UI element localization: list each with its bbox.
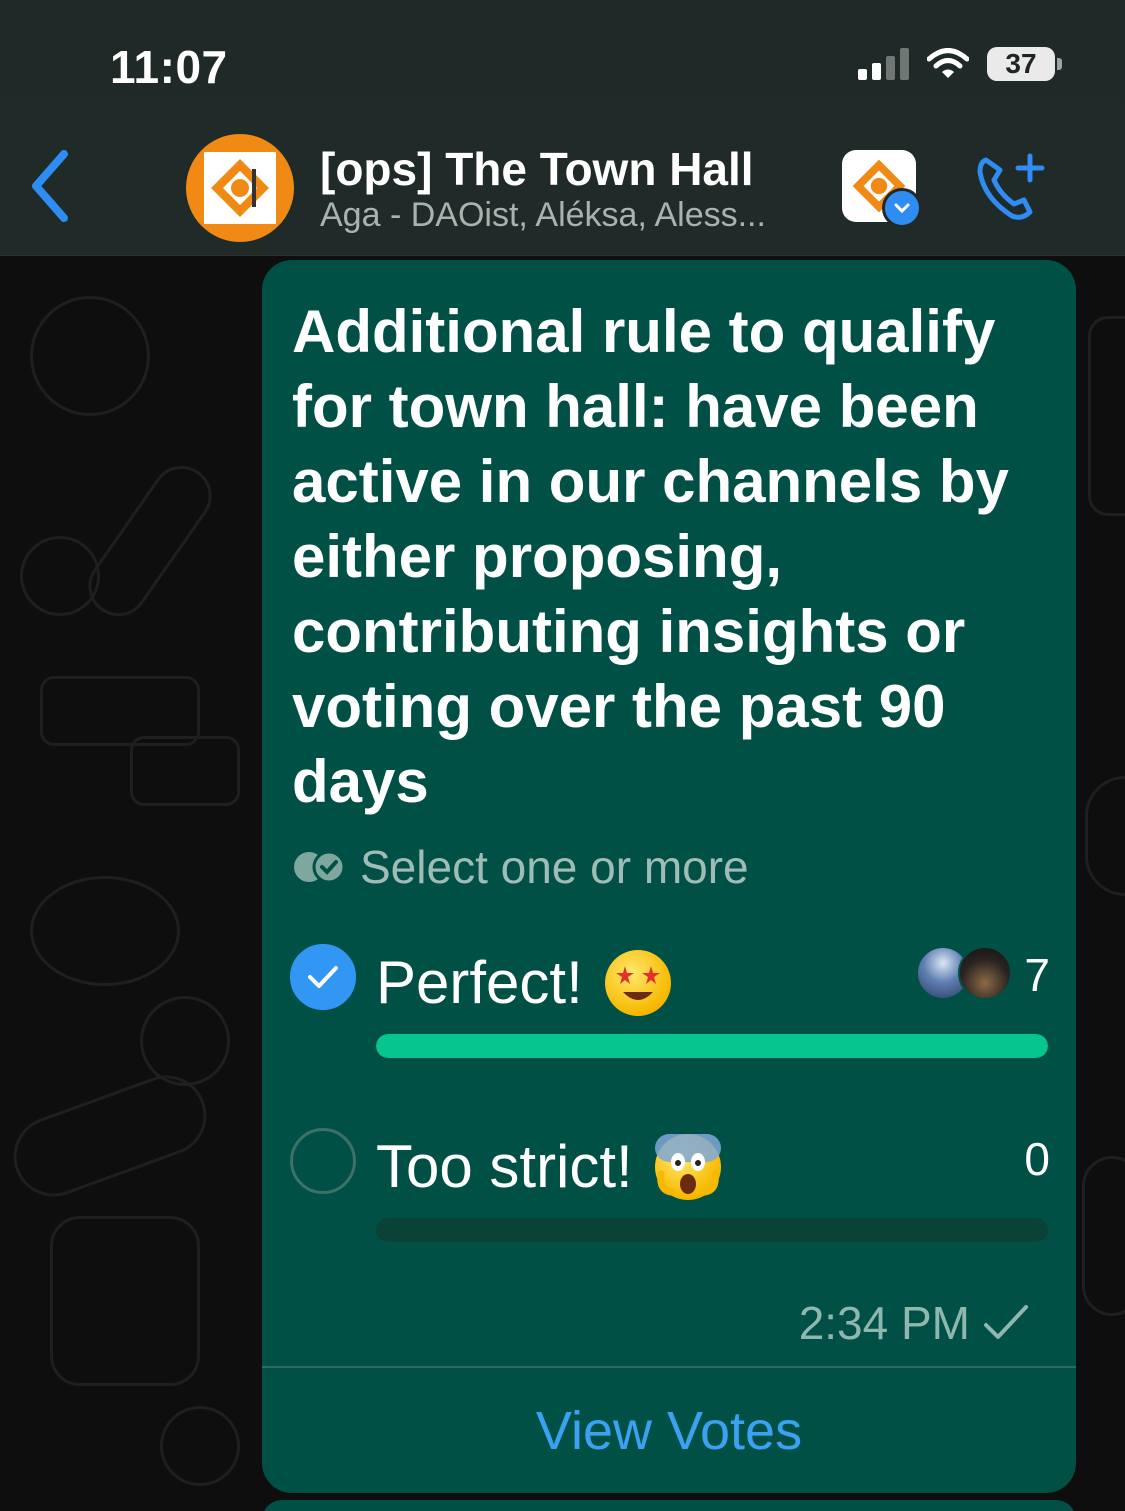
status-indicators: 37 — [858, 44, 1062, 84]
option-text: Too strict! — [376, 1133, 633, 1200]
battery-icon: 37 — [987, 47, 1062, 81]
wallpaper-doodle — [1085, 776, 1125, 896]
screaming-face-emoji-icon — [654, 1133, 721, 1200]
sent-check-icon — [984, 1305, 1028, 1339]
screen: 11:07 37 [ops] The Town Hall Aga - DAOis… — [0, 0, 1125, 1511]
option-label: Too strict! — [376, 1132, 721, 1201]
double-check-icon — [294, 850, 346, 884]
option-progress-bar — [376, 1218, 1048, 1242]
add-call-icon[interactable] — [972, 150, 1048, 226]
group-avatar-logo — [204, 152, 276, 224]
option-checkbox-checked[interactable] — [290, 944, 356, 1010]
chat-participants[interactable]: Aga - DAOist, Aléksa, Aless... — [320, 196, 766, 235]
poll-question: Additional rule to qualify for town hall… — [292, 298, 1009, 815]
option-progress-fill — [376, 1034, 1048, 1058]
option-vote-count: 7 — [1024, 949, 1050, 1001]
wallpaper-doodle — [76, 454, 224, 628]
voter-avatar — [958, 946, 1012, 1000]
wallpaper-doodle — [140, 996, 230, 1086]
poll-option-too-strict[interactable]: Too strict! 0 — [290, 1128, 1050, 1248]
chevron-down-icon — [882, 188, 922, 228]
chat-title[interactable]: [ops] The Town Hall — [320, 142, 754, 196]
wallpaper-doodle — [160, 1406, 240, 1486]
wifi-icon — [927, 48, 969, 78]
poll-message-bubble: Additional rule to qualify for town hall… — [262, 260, 1076, 1493]
wallpaper-doodle — [30, 876, 180, 986]
option-vote-count: 0 — [1024, 1133, 1050, 1185]
poll-hint: Select one or more — [292, 840, 749, 894]
logo-mark-icon — [211, 159, 269, 217]
view-votes-button[interactable]: View Votes — [262, 1368, 1076, 1493]
message-meta: 2:34 PM — [799, 1296, 1030, 1350]
wallpaper-doodle — [1082, 1156, 1125, 1316]
top-bar: 11:07 37 [ops] The Town Hall Aga - DAOis… — [0, 0, 1125, 256]
checkmark-icon — [308, 966, 338, 988]
option-label: Perfect! — [376, 948, 671, 1017]
voter-avatars[interactable] — [916, 946, 1012, 1000]
wallpaper-doodle — [130, 736, 240, 806]
status-time: 11:07 — [110, 41, 228, 93]
option-text: Perfect! — [376, 949, 583, 1016]
wallpaper-doodle — [1088, 316, 1125, 516]
back-chevron-icon[interactable] — [24, 146, 84, 226]
message-time: 2:34 PM — [798, 1297, 970, 1349]
wallpaper-doodle — [50, 1216, 200, 1386]
signal-icon — [858, 48, 909, 80]
option-checkbox-unchecked[interactable] — [290, 1128, 356, 1194]
wallpaper-doodle — [2, 1064, 218, 1208]
poll-option-perfect[interactable]: Perfect! 7 — [290, 944, 1050, 1064]
community-icon[interactable] — [842, 150, 922, 228]
battery-level: 37 — [1005, 48, 1037, 79]
wallpaper-doodle — [20, 536, 100, 616]
group-avatar-icon[interactable] — [186, 134, 294, 242]
wallpaper-doodle — [30, 296, 150, 416]
next-message-bubble — [262, 1500, 1076, 1511]
poll-hint-text: Select one or more — [360, 841, 749, 893]
star-struck-emoji-icon — [604, 949, 671, 1016]
option-progress-bar — [376, 1034, 1048, 1058]
